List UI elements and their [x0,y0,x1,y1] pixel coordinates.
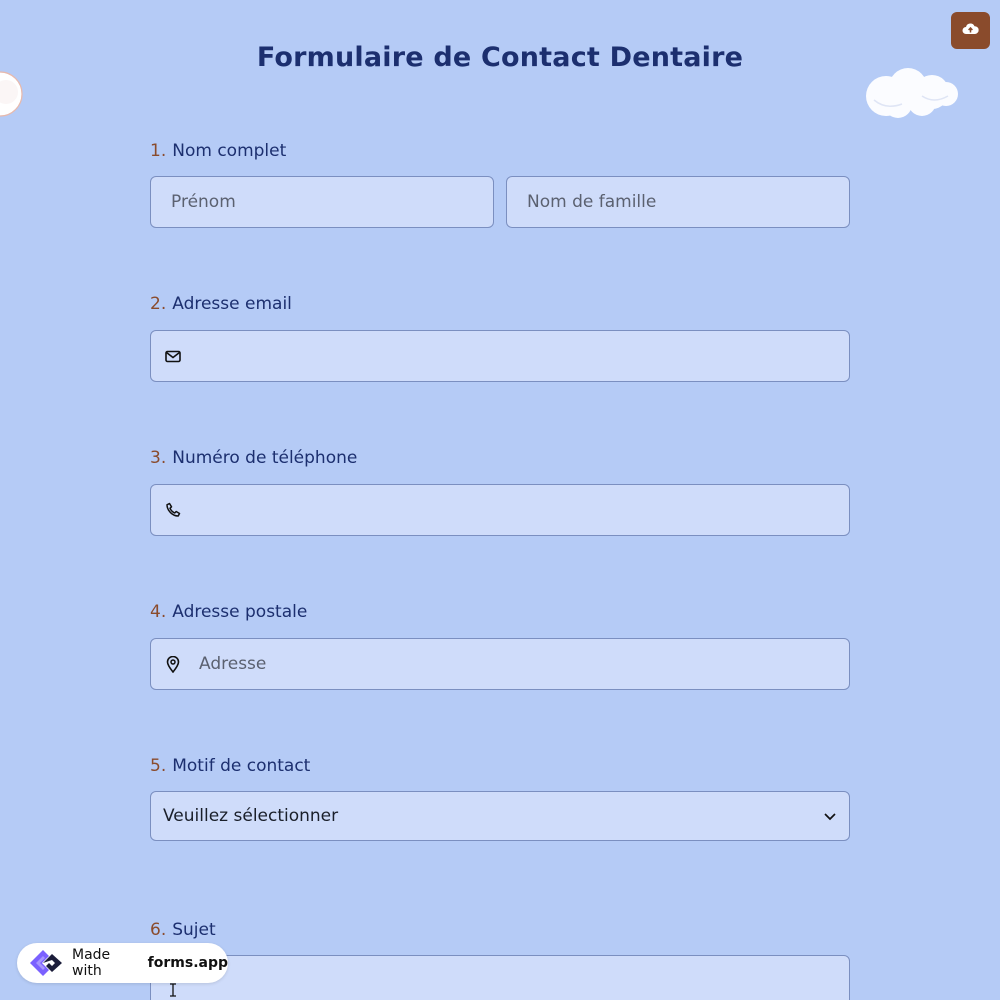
subject-field[interactable] [150,955,850,1000]
cloud-decoration-left [0,68,26,128]
cloud-decoration-right [862,66,962,124]
badge-prefix: Made with [72,947,111,979]
question-label-name: 1. Nom complet [150,141,286,161]
question-label-email: 2. Adresse email [150,294,292,314]
question-text: Nom complet [172,141,287,161]
form-title: Formulaire de Contact Dentaire [256,42,744,73]
first-name-field[interactable]: Prénom [150,176,494,228]
mail-icon [164,347,182,365]
address-field[interactable]: Adresse [150,638,850,690]
first-name-placeholder: Prénom [171,192,236,212]
forms-app-logo-icon [26,946,66,980]
email-field[interactable] [150,330,850,382]
question-label-subject: 6. Sujet [150,920,216,940]
contact-reason-select[interactable]: Veuillez sélectionner [150,791,850,841]
made-with-forms-app-badge[interactable]: Made with forms.app [17,943,228,983]
text-cursor-icon [169,982,177,1000]
question-label-phone: 3. Numéro de téléphone [150,448,357,468]
question-number: 2. [150,294,167,314]
question-text: Adresse postale [172,602,308,622]
question-number: 4. [150,602,167,622]
chevron-down-icon [823,806,837,826]
question-text: Adresse email [172,294,292,314]
question-text: Sujet [172,920,216,940]
address-placeholder: Adresse [199,654,267,674]
map-pin-icon [164,655,182,673]
select-value: Veuillez sélectionner [163,806,339,826]
phone-icon [164,501,182,519]
question-number: 5. [150,756,167,776]
question-label-reason: 5. Motif de contact [150,756,310,776]
badge-brand: forms.app [147,955,228,971]
question-label-address: 4. Adresse postale [150,602,307,622]
phone-field[interactable] [150,484,850,536]
question-text: Numéro de téléphone [172,448,358,468]
last-name-field[interactable]: Nom de famille [506,176,850,228]
question-number: 1. [150,141,167,161]
question-text: Motif de contact [172,756,311,776]
cloud-upload-icon [962,21,979,40]
question-number: 6. [150,920,167,940]
last-name-placeholder: Nom de famille [527,192,657,212]
question-number: 3. [150,448,167,468]
